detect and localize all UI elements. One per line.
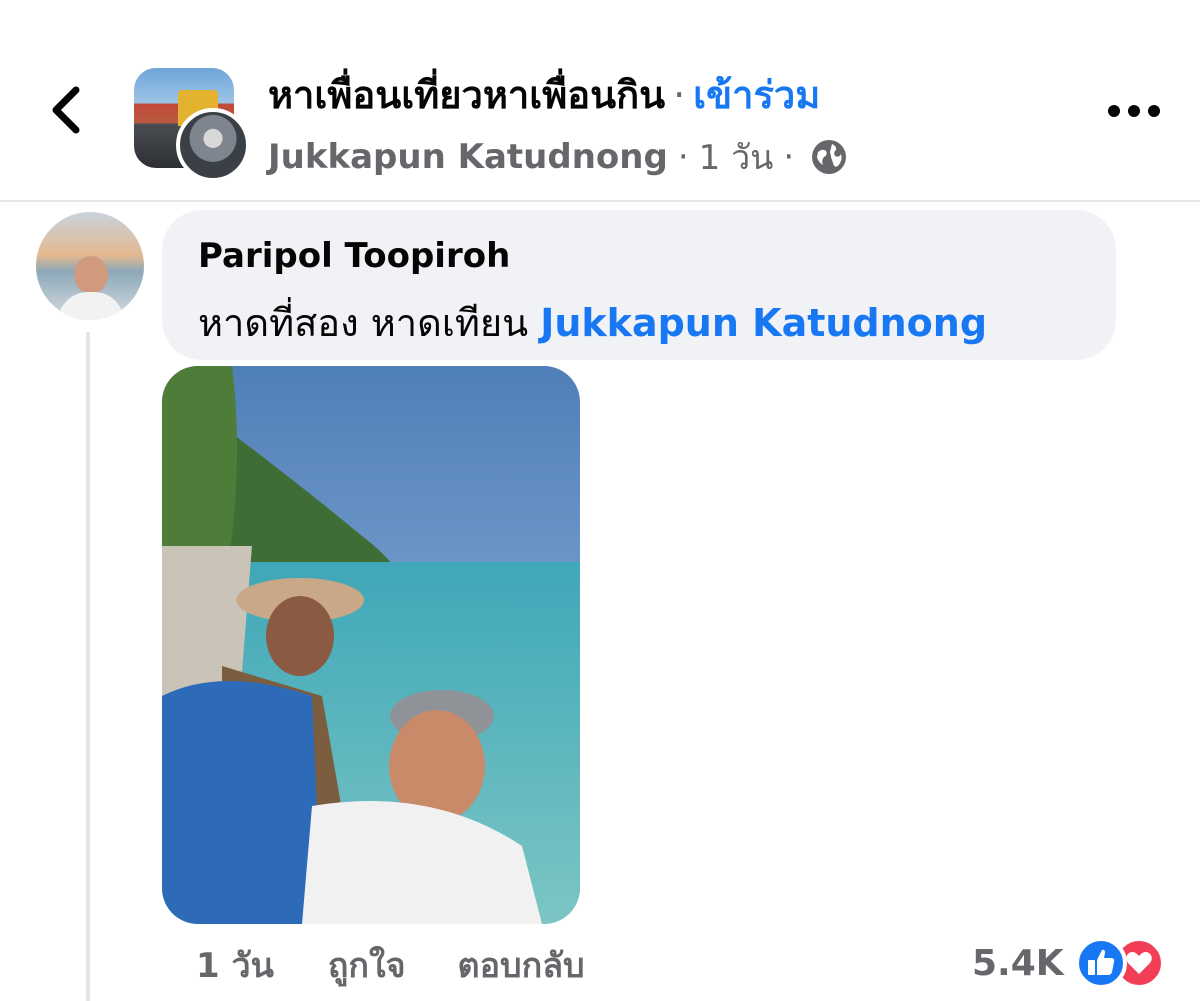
group-title-line: หาเพื่อนเที่ยวหาเพื่อนกิน · เข้าร่วม (268, 64, 820, 125)
thread-line (86, 332, 90, 1001)
commenter-avatar[interactable] (36, 212, 144, 320)
comment-time: 1 วัน (196, 946, 274, 986)
comment-text: หาดที่สอง หาดเทียน Jukkapun Katudnong (198, 292, 987, 353)
comment-photo[interactable] (162, 366, 580, 924)
back-button[interactable] (42, 80, 92, 140)
more-horizontal-icon (1108, 105, 1160, 117)
reaction-count: 5.4K (972, 942, 1064, 984)
comment-mention[interactable]: Jukkapun Katudnong (540, 301, 987, 345)
poster-name[interactable]: Jukkapun Katudnong (268, 137, 668, 177)
comment-body: หาดที่สอง หาดเทียน (198, 301, 529, 345)
group-name[interactable]: หาเพื่อนเที่ยวหาเพื่อนกิน (268, 73, 665, 117)
globe-icon (812, 140, 847, 174)
comment-bubble[interactable]: Paripol Toopiroh หาดที่สอง หาดเทียน Jukk… (162, 210, 1116, 360)
title-separator: · (673, 73, 686, 117)
more-options-button[interactable] (1104, 96, 1164, 126)
chevron-left-icon (52, 86, 80, 134)
meta-separator: · (783, 137, 795, 177)
post-time[interactable]: 1 วัน (699, 130, 774, 184)
poster-avatar (176, 108, 250, 182)
reactions-summary[interactable]: 5.4K (972, 936, 1166, 990)
post-meta-line: Jukkapun Katudnong · 1 วัน · (268, 130, 848, 184)
reaction-icons (1074, 936, 1166, 990)
comment-actions: 1 วัน ถูกใจ ตอบกลับ (196, 940, 585, 990)
group-avatar[interactable] (134, 68, 250, 182)
post-header: หาเพื่อนเที่ยวหาเพื่อนกิน · เข้าร่วม Jukka… (0, 0, 1200, 202)
like-reaction-icon (1074, 937, 1127, 989)
reply-button[interactable]: ตอบกลับ (458, 938, 585, 992)
like-button[interactable]: ถูกใจ (328, 938, 406, 992)
comment-author[interactable]: Paripol Toopiroh (198, 236, 510, 276)
meta-separator: · (677, 137, 689, 177)
join-group-link[interactable]: เข้าร่วม (693, 73, 820, 117)
